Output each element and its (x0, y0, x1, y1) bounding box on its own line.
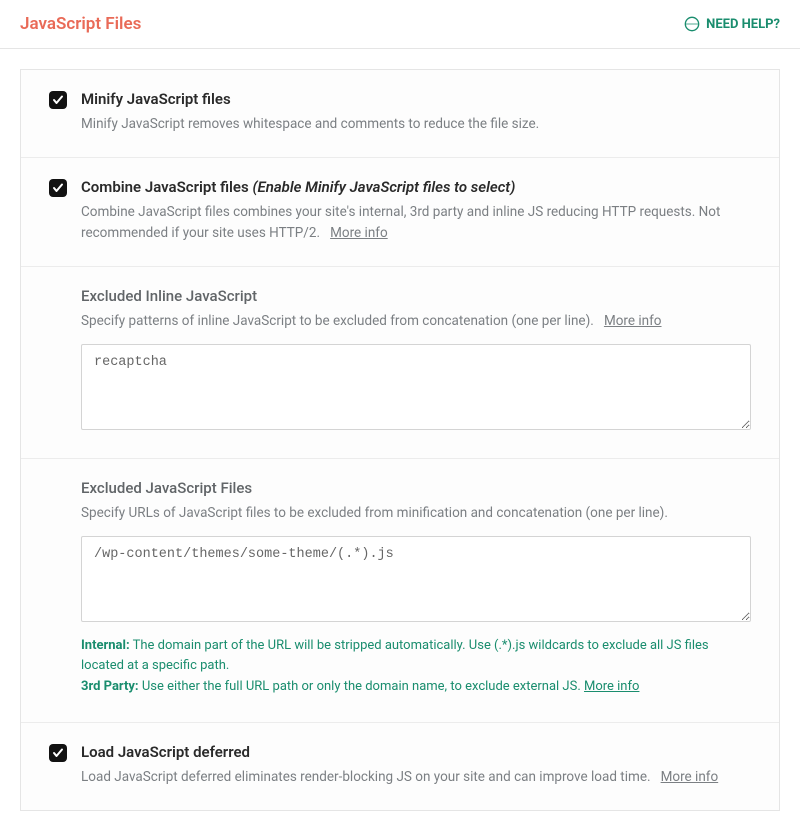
setting-combine-js: Combine JavaScript files (Enable Minify … (21, 158, 779, 267)
excluded-inline-section: Excluded Inline JavaScript Specify patte… (21, 267, 779, 459)
setting-defer-js: Load JavaScript deferred Load JavaScript… (21, 723, 779, 810)
excluded-inline-more-info-link[interactable]: More info (604, 313, 662, 329)
page-header: JavaScript Files NEED HELP? (0, 0, 800, 49)
settings-panel: Minify JavaScript files Minify JavaScrip… (20, 69, 780, 811)
excluded-inline-title: Excluded Inline JavaScript (81, 287, 751, 305)
minify-js-desc: Minify JavaScript removes whitespace and… (81, 114, 751, 135)
note-internal-label: Internal: (81, 638, 130, 653)
defer-js-title: Load JavaScript deferred (81, 743, 751, 761)
note-third-party-label: 3rd Party: (81, 679, 139, 694)
defer-js-more-info-link[interactable]: More info (661, 769, 719, 785)
excluded-files-note: Internal: The domain part of the URL wil… (81, 636, 751, 698)
need-help-button[interactable]: NEED HELP? (684, 16, 780, 32)
excluded-files-desc: Specify URLs of JavaScript files to be e… (81, 503, 751, 524)
setting-minify-js: Minify JavaScript files Minify JavaScrip… (21, 70, 779, 158)
excluded-files-section: Excluded JavaScript Files Specify URLs o… (21, 459, 779, 723)
defer-js-checkbox[interactable] (49, 744, 67, 762)
excluded-files-textarea[interactable] (81, 536, 751, 622)
defer-js-desc: Load JavaScript deferred eliminates rend… (81, 767, 751, 788)
excluded-files-title: Excluded JavaScript Files (81, 479, 751, 497)
minify-js-title: Minify JavaScript files (81, 90, 751, 108)
minify-js-checkbox[interactable] (49, 91, 67, 109)
combine-js-title-text: Combine JavaScript files (81, 178, 249, 196)
combine-js-title: Combine JavaScript files (Enable Minify … (81, 178, 751, 196)
page-title: JavaScript Files (20, 14, 141, 34)
excluded-inline-textarea[interactable] (81, 344, 751, 430)
combine-js-more-info-link[interactable]: More info (330, 225, 388, 241)
excluded-inline-desc: Specify patterns of inline JavaScript to… (81, 311, 751, 332)
combine-js-checkbox[interactable] (49, 179, 67, 197)
combine-js-desc: Combine JavaScript files combines your s… (81, 202, 751, 244)
help-icon (684, 16, 700, 32)
need-help-label: NEED HELP? (706, 17, 780, 32)
excluded-files-more-info-link[interactable]: More info (584, 679, 639, 694)
combine-js-hint: (Enable Minify JavaScript files to selec… (252, 178, 515, 196)
